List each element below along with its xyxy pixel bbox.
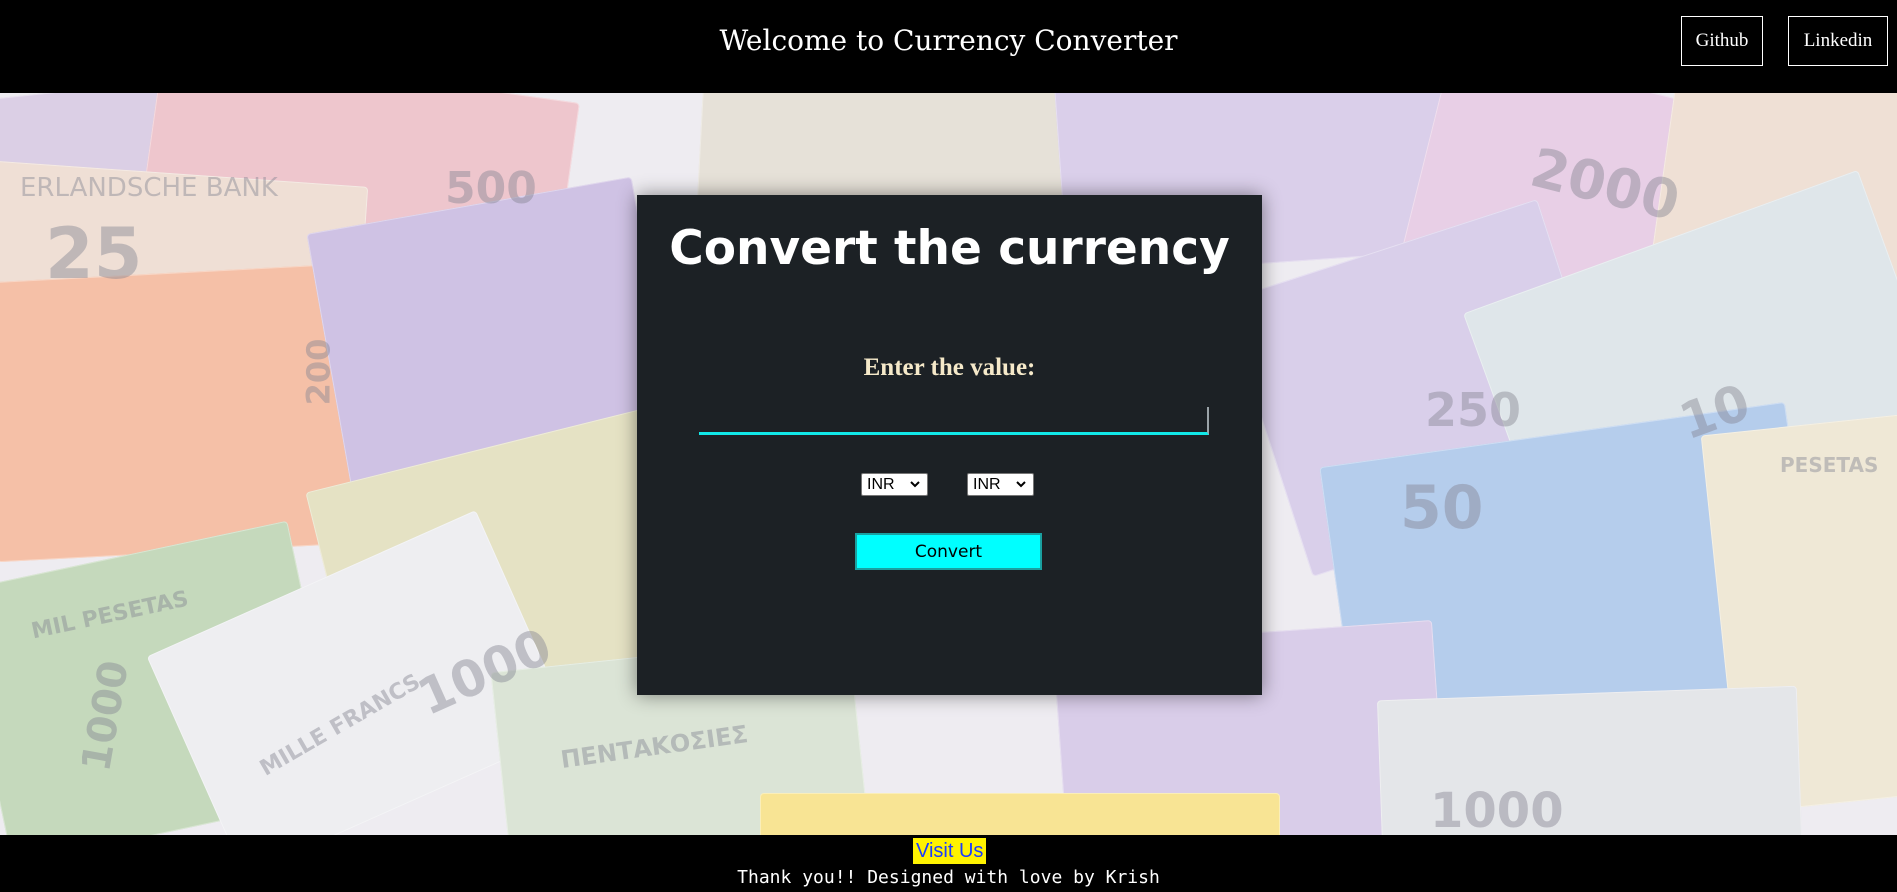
github-link-button[interactable]: Github (1681, 16, 1763, 66)
chevron-down-icon (910, 481, 920, 488)
footer: Visit Us Thank you!! Designed with love … (0, 835, 1897, 892)
to-currency-select[interactable]: INR (967, 473, 1034, 496)
linkedin-link-button[interactable]: Linkedin (1788, 16, 1888, 66)
value-label: Enter the value: (863, 354, 1036, 381)
to-currency-value: INR (973, 476, 1001, 493)
visit-us-link[interactable]: Visit Us (913, 838, 987, 864)
chevron-down-icon (1016, 481, 1026, 488)
from-currency-select[interactable]: INR (861, 473, 928, 496)
converter-heading: Convert the currency (669, 221, 1230, 276)
value-input[interactable] (699, 407, 1209, 435)
from-currency-value: INR (867, 476, 895, 493)
top-navbar: Welcome to Currency Converter Github Lin… (0, 0, 1897, 93)
convert-button[interactable]: Convert (855, 533, 1042, 570)
footer-credit: Thank you!! Designed with love by Krish (737, 867, 1160, 888)
site-title: Welcome to Currency Converter (719, 24, 1178, 57)
converter-card: Convert the currency Enter the value: IN… (637, 195, 1262, 695)
